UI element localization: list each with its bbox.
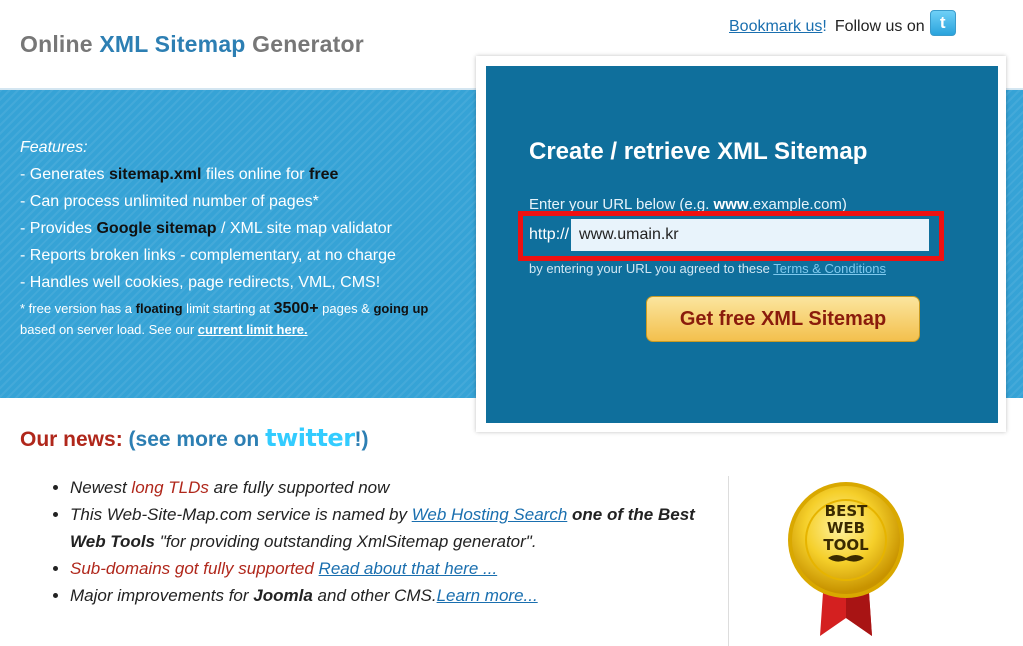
title-word-xml-sitemap: XML Sitemap (99, 31, 246, 57)
news-item: Major improvements for Joomla and other … (70, 582, 730, 609)
news-list: Newest long TLDs are fully supported now… (50, 474, 730, 609)
news-item: Sub-domains got fully supported Read abo… (70, 555, 730, 582)
bookmark-link[interactable]: Bookmark us (729, 18, 822, 36)
terms-note: by entering your URL you agreed to these… (529, 261, 886, 276)
learn-more-link[interactable]: Learn more... (437, 586, 538, 605)
terms-link[interactable]: Terms & Conditions (773, 261, 886, 276)
badge-line2: WEB (827, 519, 865, 537)
badge-line1: BEST (825, 502, 868, 520)
twitter-logo[interactable]: twitter (265, 424, 355, 452)
follow-text: Follow us on (834, 18, 925, 35)
title-word-generator: Generator (252, 31, 364, 57)
award-badge-icon: BEST WEB TOOL (788, 482, 904, 636)
news-heading: Our news: (20, 428, 123, 451)
feature-item: - Handles well cookies, page redirects, … (20, 274, 381, 291)
twitter-icon[interactable]: t (929, 10, 956, 36)
feature-item: - Generates sitemap.xml files online for… (20, 166, 339, 183)
see-more-text: (see more on (128, 428, 260, 451)
title-word-online: Online (20, 31, 93, 57)
limit-note: * free version has a floating limit star… (20, 300, 429, 337)
news-title: Our news: (see more on twitter!) (20, 424, 369, 452)
read-about-link[interactable]: Read about that here ... (319, 559, 498, 578)
bookmark-suffix: ! (822, 18, 827, 35)
badge-line3: TOOL (823, 536, 869, 554)
web-hosting-search-link[interactable]: Web Hosting Search (412, 505, 568, 524)
news-divider (728, 476, 729, 646)
current-limit-link[interactable]: current limit here. (198, 322, 308, 337)
header-links: Bookmark us ! Follow us on t (729, 10, 956, 36)
url-highlight-box (518, 211, 944, 261)
site-title: Online XML Sitemap Generator (20, 31, 364, 58)
news-item: This Web-Site-Map.com service is named b… (70, 501, 730, 555)
feature-item: - Provides Google sitemap / XML site map… (20, 220, 392, 237)
features-heading: Features: (20, 139, 88, 156)
get-sitemap-button[interactable]: Get free XML Sitemap (646, 296, 920, 342)
news-item: Newest long TLDs are fully supported now (70, 474, 730, 501)
feature-item: - Reports broken links - complementary, … (20, 247, 396, 264)
features-list: Features: - Generates sitemap.xml files … (20, 134, 460, 340)
panel-heading: Create / retrieve XML Sitemap (529, 138, 868, 165)
feature-item: - Can process unlimited number of pages* (20, 193, 319, 210)
